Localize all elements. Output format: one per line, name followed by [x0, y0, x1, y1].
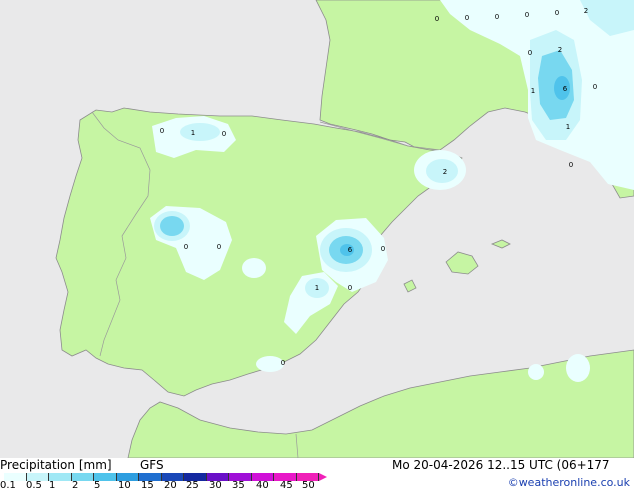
legend-ticks: 0.1 0.5 1 2 5 10 15 20 25 30 35 40 45 50: [0, 480, 340, 492]
legend-tick-label: 2: [72, 480, 79, 491]
map-label: 1: [531, 87, 535, 95]
map-label: 0: [593, 83, 597, 91]
map-label: 0: [160, 127, 164, 135]
legend-tick-label: 50: [302, 480, 315, 491]
legend-tick-label: 20: [164, 480, 177, 491]
footer: Precipitation [mm] GFS Mo 20-04-2026 12.…: [0, 458, 634, 492]
map-label: 0: [528, 49, 532, 57]
legend-tick-label: 5: [94, 480, 101, 491]
precipitation-map: 0 0 0 0 0 2 2 0 1 6 0 1 0 0 0 1 0 2 0 0 …: [0, 0, 634, 459]
precip-north-spain-core: [180, 123, 220, 141]
legend-tick-label: 35: [232, 480, 245, 491]
legend-tick-label: 15: [141, 480, 154, 491]
map-label: 0: [184, 243, 188, 251]
map-label: 0: [217, 243, 221, 251]
legend-tick-label: 0.1: [0, 480, 16, 491]
map-svg: 0 0 0 0 0 2 2 0 1 6 0 1 0 0 0 1 0 2 0 0 …: [0, 0, 634, 459]
map-label: 0: [222, 130, 226, 138]
map-label: 0: [569, 161, 573, 169]
legend-tick-label: 25: [186, 480, 199, 491]
credit-link[interactable]: ©weatheronline.co.uk: [508, 476, 630, 489]
map-label: 1: [315, 284, 319, 292]
map-label: 2: [443, 168, 447, 176]
map-label: 0: [525, 11, 529, 19]
map-label: 0: [465, 14, 469, 22]
map-label: 2: [558, 46, 562, 54]
title-model: GFS: [140, 458, 164, 472]
legend-tick-label: 10: [118, 480, 131, 491]
map-label: 0: [495, 13, 499, 21]
map-label: 0: [435, 15, 439, 23]
map-label: 0: [555, 9, 559, 17]
map-label: 0: [381, 245, 385, 253]
legend-tick-label: 1: [49, 480, 56, 491]
map-label: 1: [566, 123, 570, 131]
map-label: 1: [191, 129, 195, 137]
legend-tick-label: 40: [256, 480, 269, 491]
precip-central-core2: [160, 216, 184, 236]
legend-tick-label: 30: [209, 480, 222, 491]
map-label: 6: [348, 246, 353, 254]
precip-spot-a: [242, 258, 266, 278]
map-label: 6: [563, 85, 568, 93]
legend-tick-label: 0.5: [26, 480, 42, 491]
precip-algeria-b: [528, 364, 544, 380]
map-label: 0: [348, 284, 352, 292]
map-label: 0: [281, 359, 285, 367]
map-label: 2: [584, 7, 588, 15]
valid-time: Mo 20-04-2026 12..15 UTC (06+177: [392, 458, 610, 472]
legend-tick-label: 45: [280, 480, 293, 491]
precip-algeria: [566, 354, 590, 382]
title-product: Precipitation [mm]: [0, 458, 112, 472]
